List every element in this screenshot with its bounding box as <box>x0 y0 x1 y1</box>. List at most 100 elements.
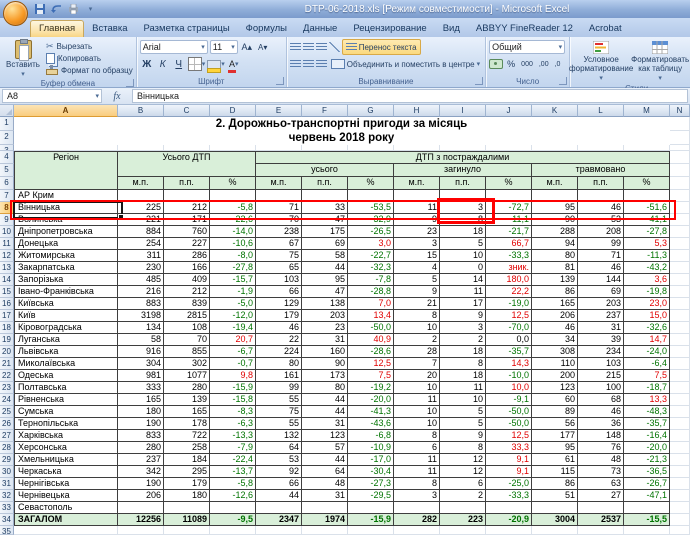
header-sub-injured[interactable]: травмовано <box>532 164 670 177</box>
cell-F12[interactable]: 58 <box>302 250 348 262</box>
cell-K12[interactable]: 80 <box>532 250 578 262</box>
cell-L32[interactable]: 27 <box>578 490 624 502</box>
cell-I16[interactable]: 17 <box>440 298 486 310</box>
alignment-dialog-launcher[interactable] <box>475 77 483 85</box>
cell-J33[interactable] <box>486 502 532 514</box>
cell-C29[interactable]: 184 <box>164 454 210 466</box>
cell-B11[interactable]: 254 <box>118 238 164 250</box>
cell-A34[interactable]: ЗАГАЛОМ <box>14 514 118 526</box>
cell-J28[interactable]: 33,3 <box>486 442 532 454</box>
cell-M35[interactable] <box>624 526 670 535</box>
cell-L20[interactable]: 234 <box>578 346 624 358</box>
header-unit-M6[interactable]: % <box>624 177 670 190</box>
row-header-18[interactable]: 18 <box>0 322 14 334</box>
row-header-1[interactable]: 1 <box>0 117 14 131</box>
row-header-32[interactable]: 32 <box>0 490 14 502</box>
cell-A28[interactable]: Херсонська <box>14 442 118 454</box>
cell-H31[interactable]: 8 <box>394 478 440 490</box>
row-header-4[interactable]: 4 <box>0 151 14 164</box>
cell-K23[interactable]: 123 <box>532 382 578 394</box>
cell-C12[interactable]: 286 <box>164 250 210 262</box>
cell-N25[interactable] <box>670 406 690 418</box>
cell-G23[interactable]: -19,2 <box>348 382 394 394</box>
cell-M26[interactable]: -35,7 <box>624 418 670 430</box>
row-header-15[interactable]: 15 <box>0 286 14 298</box>
cell-K15[interactable]: 86 <box>532 286 578 298</box>
cell-B16[interactable]: 883 <box>118 298 164 310</box>
cell-F7[interactable] <box>302 190 348 202</box>
cell-N22[interactable] <box>670 370 690 382</box>
cell-L29[interactable]: 48 <box>578 454 624 466</box>
cell-B20[interactable]: 916 <box>118 346 164 358</box>
cell-M17[interactable]: 15,0 <box>624 310 670 322</box>
orientation-icon[interactable] <box>329 42 340 52</box>
row-header-2[interactable]: 2 <box>0 131 14 145</box>
cell-E26[interactable]: 55 <box>256 418 302 430</box>
cell-F9[interactable]: 47 <box>302 214 348 226</box>
cell-J23[interactable]: 10,0 <box>486 382 532 394</box>
cell-C14[interactable]: 409 <box>164 274 210 286</box>
tab-формулы[interactable]: Формулы <box>238 21 295 37</box>
cell-C33[interactable] <box>164 502 210 514</box>
tab-вид[interactable]: Вид <box>435 21 468 37</box>
cell-M30[interactable]: -36,5 <box>624 466 670 478</box>
cell-M10[interactable]: -27,8 <box>624 226 670 238</box>
cell-L15[interactable]: 69 <box>578 286 624 298</box>
cell-C8[interactable]: 212 <box>164 202 210 214</box>
cell-E9[interactable]: 70 <box>256 214 302 226</box>
cell-I26[interactable]: 5 <box>440 418 486 430</box>
cell-A20[interactable]: Львівська <box>14 346 118 358</box>
cell-F33[interactable] <box>302 502 348 514</box>
row-header-31[interactable]: 31 <box>0 478 14 490</box>
cell-L26[interactable]: 36 <box>578 418 624 430</box>
cell-E25[interactable]: 75 <box>256 406 302 418</box>
cell-A24[interactable]: Рівненська <box>14 394 118 406</box>
cell-F30[interactable]: 64 <box>302 466 348 478</box>
cell-J10[interactable]: -21,7 <box>486 226 532 238</box>
cell-A21[interactable]: Миколаївська <box>14 358 118 370</box>
cell-N6[interactable] <box>670 177 690 190</box>
cell-C24[interactable]: 139 <box>164 394 210 406</box>
header-unit-K6[interactable]: м.п. <box>532 177 578 190</box>
cell-C17[interactable]: 2815 <box>164 310 210 322</box>
cell-J35[interactable] <box>486 526 532 535</box>
cell-G9[interactable]: -32,9 <box>348 214 394 226</box>
cell-M24[interactable]: 13,3 <box>624 394 670 406</box>
cell-J21[interactable]: 14,3 <box>486 358 532 370</box>
cell-F11[interactable]: 69 <box>302 238 348 250</box>
cell-M23[interactable]: -18,7 <box>624 382 670 394</box>
cell-H32[interactable]: 3 <box>394 490 440 502</box>
cell-A29[interactable]: Хмельницька <box>14 454 118 466</box>
cell-A16[interactable]: Київська <box>14 298 118 310</box>
cell-H22[interactable]: 20 <box>394 370 440 382</box>
cell-A25[interactable]: Сумська <box>14 406 118 418</box>
cell-D10[interactable]: -14,0 <box>210 226 256 238</box>
row-header-19[interactable]: 19 <box>0 334 14 346</box>
cell-D34[interactable]: -9,5 <box>210 514 256 526</box>
cell-K21[interactable]: 110 <box>532 358 578 370</box>
align-middle-icon[interactable] <box>303 43 314 51</box>
cell-A33[interactable]: Севастополь <box>14 502 118 514</box>
cell-A26[interactable]: Тернопільська <box>14 418 118 430</box>
cell-H9[interactable]: 9 <box>394 214 440 226</box>
cell-N5[interactable] <box>670 164 690 177</box>
cell-A30[interactable]: Черкаська <box>14 466 118 478</box>
cell-G28[interactable]: -10,9 <box>348 442 394 454</box>
tab-abbyy-finereader-12[interactable]: ABBYY FineReader 12 <box>468 21 581 37</box>
align-center-icon[interactable] <box>303 60 314 68</box>
cell-C11[interactable]: 227 <box>164 238 210 250</box>
grow-font-button[interactable]: А▴ <box>240 40 254 54</box>
cell-H21[interactable]: 7 <box>394 358 440 370</box>
cell-G21[interactable]: 12,5 <box>348 358 394 370</box>
cell-N27[interactable] <box>670 430 690 442</box>
cell-C22[interactable]: 1077 <box>164 370 210 382</box>
row-header-8[interactable]: 8 <box>0 202 14 214</box>
cell-G20[interactable]: -28,6 <box>348 346 394 358</box>
cell-N32[interactable] <box>670 490 690 502</box>
cell-D28[interactable]: -7,9 <box>210 442 256 454</box>
cell-N11[interactable] <box>670 238 690 250</box>
cell-N26[interactable] <box>670 418 690 430</box>
cell-J7[interactable] <box>486 190 532 202</box>
row-header-13[interactable]: 13 <box>0 262 14 274</box>
cell-D15[interactable]: -1,9 <box>210 286 256 298</box>
